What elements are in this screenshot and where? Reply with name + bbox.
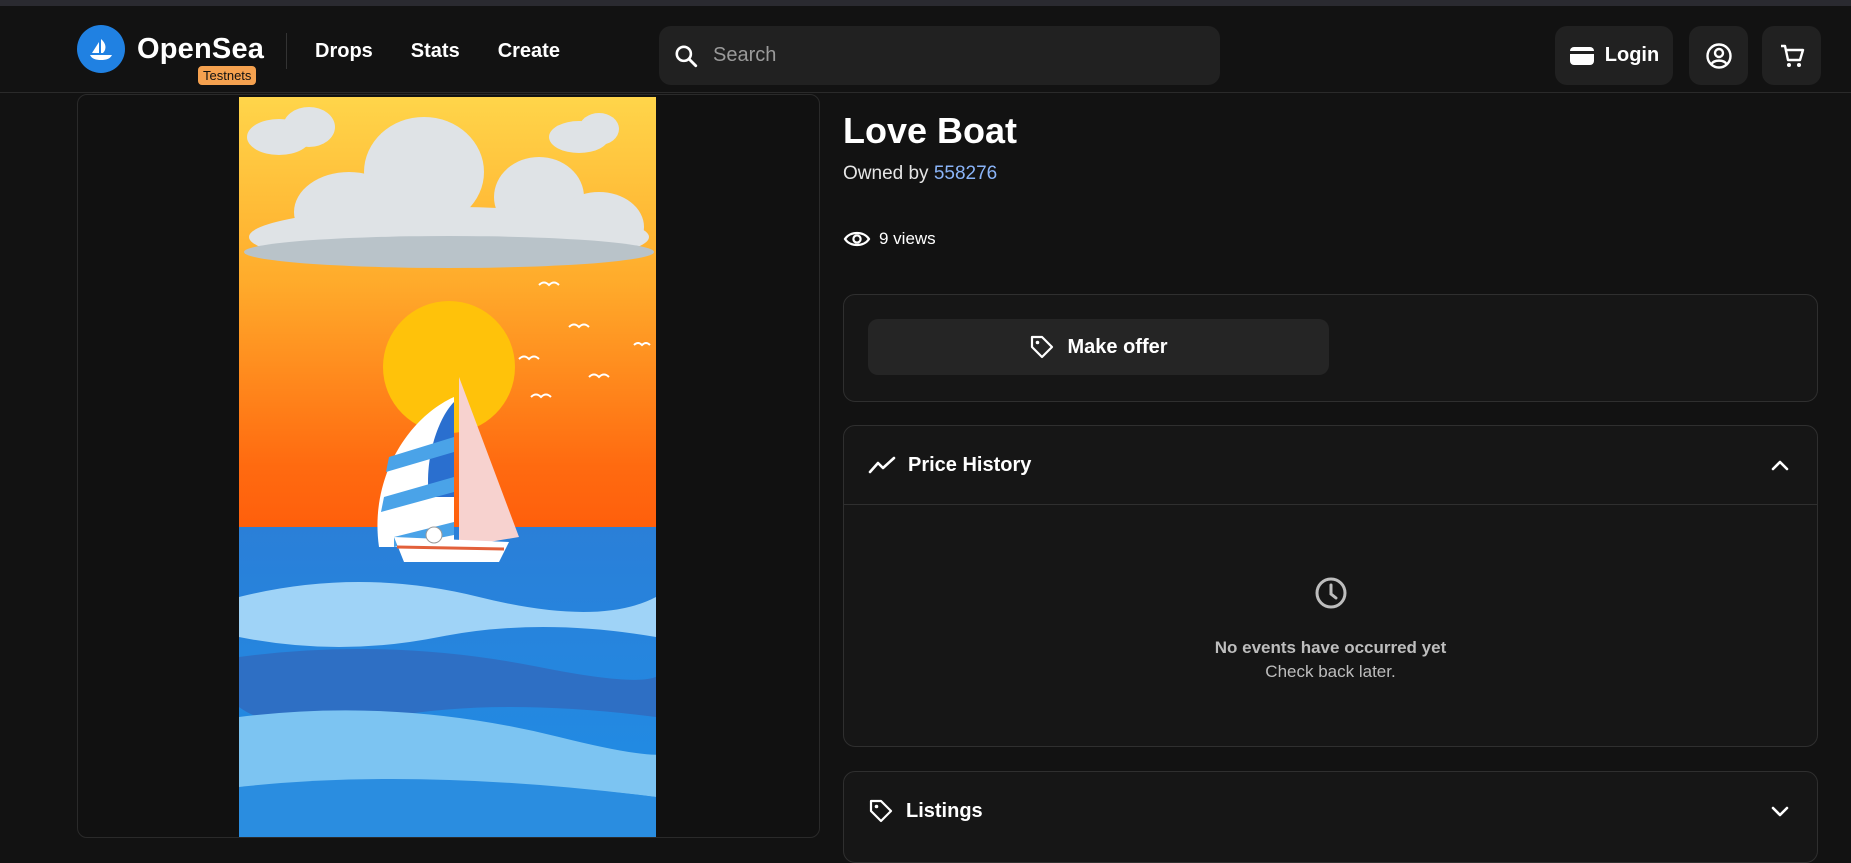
chevron-up-icon[interactable] [1771,459,1789,471]
search-icon [675,44,698,67]
make-offer-button[interactable]: Make offer [868,319,1329,375]
nav-drops[interactable]: Drops [315,40,373,63]
login-label: Login [1604,44,1660,66]
listings-header[interactable]: Listings [844,772,1817,850]
search-bar[interactable] [659,26,1220,85]
offer-panel: Make offer [843,294,1818,402]
main-nav: Drops Stats Create [315,40,598,63]
trend-icon [868,456,896,474]
clock-icon [1315,577,1346,609]
brand-name: OpenSea [137,32,265,65]
price-history-header[interactable]: Price History [844,426,1817,505]
account-icon [1705,42,1732,69]
eye-icon [843,231,871,247]
empty-subtitle: Check back later. [1265,662,1396,681]
account-button[interactable] [1689,26,1748,85]
price-history-title: Price History [908,453,1032,476]
tag-icon [869,799,893,823]
search-input[interactable] [711,43,1195,68]
owned-by: Owned by 558276 [843,163,997,185]
views-count: 9 views [843,229,936,249]
top-navbar: OpenSea Testnets Drops Stats Create Logi… [0,6,1851,93]
listings-title: Listings [906,799,983,822]
chevron-down-icon[interactable] [1771,805,1789,817]
price-history-panel: Price History No events have occurred ye… [843,425,1818,747]
opensea-logo-icon [77,25,125,73]
cart-icon [1780,44,1804,67]
make-offer-label: Make offer [1067,335,1168,358]
views-label: 9 views [879,229,936,248]
empty-title: No events have occurred yet [1214,638,1447,657]
tag-icon [1031,335,1054,359]
testnets-badge: Testnets [198,66,257,85]
wallet-icon [1569,46,1594,65]
owned-by-label: Owned by [843,163,929,184]
header-divider [286,33,287,69]
empty-state: No events have occurred yet Check back l… [844,576,1817,682]
item-title: Love Boat [843,110,1018,151]
nft-artwork[interactable] [239,97,656,837]
owner-link[interactable]: 558276 [934,163,997,184]
nav-stats[interactable]: Stats [411,40,460,63]
nav-create[interactable]: Create [498,40,560,63]
login-button[interactable]: Login [1555,26,1673,85]
listings-panel: Listings [843,771,1818,863]
cart-button[interactable] [1762,26,1821,85]
